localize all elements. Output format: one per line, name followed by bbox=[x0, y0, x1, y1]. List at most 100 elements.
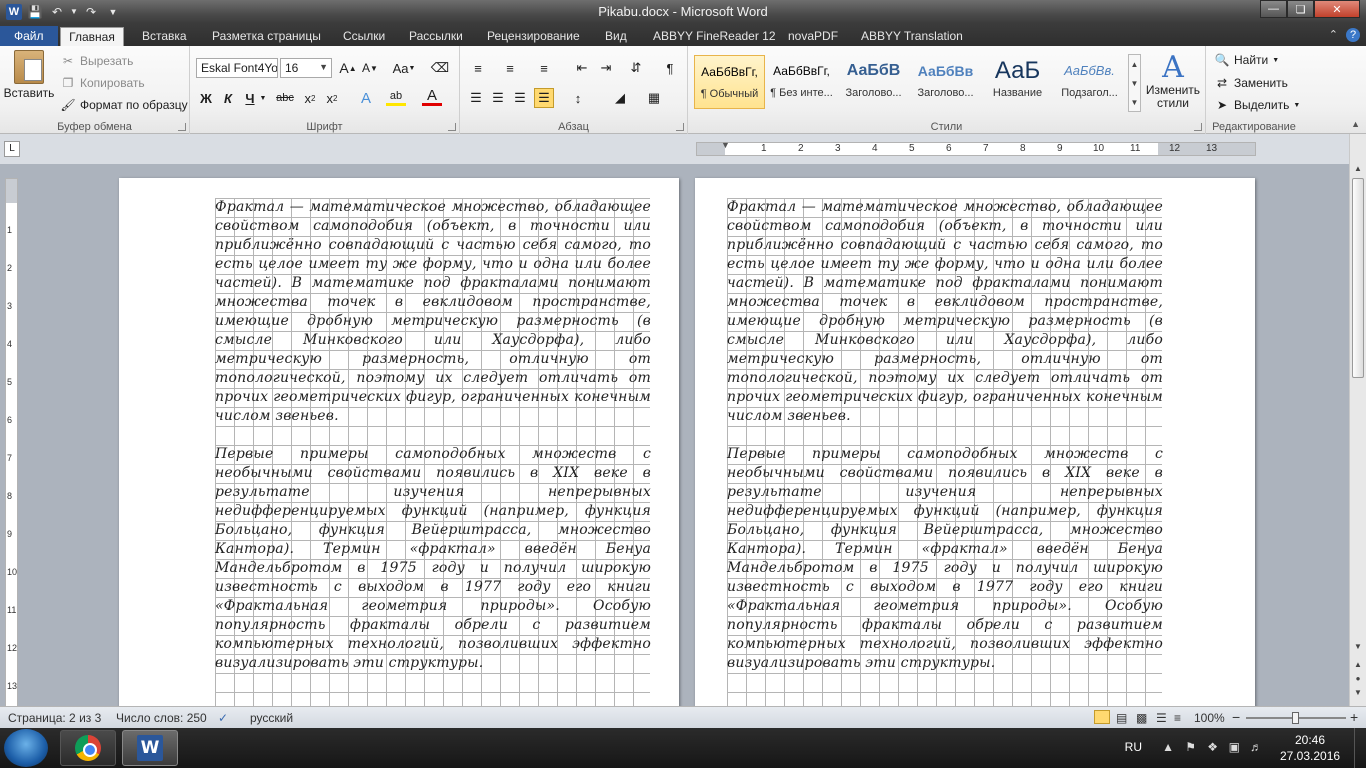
align-center-icon[interactable]: ☰ bbox=[488, 88, 508, 108]
select-button[interactable]: ➤ Выделить ▼ bbox=[1214, 97, 1300, 113]
increase-indent-icon[interactable]: ⇥ bbox=[596, 58, 616, 78]
taskbar-chrome[interactable] bbox=[60, 730, 116, 766]
maximize-button[interactable]: ❏ bbox=[1287, 0, 1314, 18]
align-right-icon[interactable]: ☰ bbox=[510, 88, 530, 108]
borders-icon[interactable]: ▦ bbox=[644, 88, 664, 108]
minimize-ribbon-icon[interactable]: ⌃ bbox=[1329, 28, 1338, 42]
vertical-scrollbar[interactable]: ▲ ▼ ▲ ● ▼ bbox=[1349, 134, 1366, 706]
copy-button[interactable]: ❐ Копировать bbox=[60, 75, 145, 91]
replace-button[interactable]: ⇄ Заменить bbox=[1214, 75, 1288, 91]
italic-button[interactable]: К bbox=[218, 88, 238, 108]
style-title[interactable]: АаБ Название bbox=[982, 55, 1053, 109]
tab-page-layout[interactable]: Разметка страницы bbox=[204, 27, 329, 46]
collapse-ribbon-icon[interactable]: ▲ bbox=[1351, 119, 1360, 129]
document-page-right[interactable]: Фрактал — математическое множество, обла… bbox=[695, 178, 1255, 706]
zoom-level[interactable]: 100% bbox=[1194, 711, 1225, 725]
customize-quick-access-icon[interactable]: ▼ bbox=[104, 3, 122, 20]
language-indicator[interactable]: русский bbox=[250, 711, 293, 725]
document-paragraph[interactable]: Первые примеры самоподобных множеств с н… bbox=[215, 445, 651, 673]
show-desktop-button[interactable] bbox=[1354, 728, 1366, 768]
tab-abbyy-finereader[interactable]: ABBYY FineReader 12 bbox=[645, 27, 784, 46]
tab-novapdf[interactable]: novaPDF bbox=[780, 27, 846, 46]
decrease-indent-icon[interactable]: ⇤ bbox=[572, 58, 592, 78]
subscript-button[interactable]: x2 bbox=[300, 88, 320, 108]
document-page-left[interactable]: Фрактал — математическое множество, обла… bbox=[119, 178, 679, 706]
tab-home[interactable]: Главная bbox=[60, 27, 124, 46]
indent-marker-icon[interactable]: ▼ bbox=[721, 140, 730, 150]
tab-view[interactable]: Вид bbox=[597, 27, 635, 46]
outline-icon[interactable]: ☰ bbox=[1156, 711, 1167, 725]
draft-icon[interactable]: ≡ bbox=[1174, 711, 1181, 725]
numbering-icon[interactable]: ≡ bbox=[500, 58, 520, 78]
print-layout-icon[interactable] bbox=[1094, 710, 1110, 724]
page-count[interactable]: Страница: 2 из 3 bbox=[8, 711, 101, 725]
tab-insert[interactable]: Вставка bbox=[134, 27, 195, 46]
font-name-combo[interactable]: Eskal Font4You bbox=[196, 58, 278, 78]
format-painter-button[interactable]: 🖌 Формат по образцу bbox=[60, 97, 187, 113]
font-size-combo[interactable]: 16 ▼ bbox=[280, 58, 332, 78]
zoom-in-button[interactable]: + bbox=[1350, 709, 1358, 725]
taskbar-word[interactable]: W bbox=[122, 730, 178, 766]
styles-scroll[interactable]: ▲ ▼ ▼ bbox=[1128, 54, 1141, 112]
tab-selector-icon[interactable]: L bbox=[4, 141, 20, 157]
highlight-button[interactable]: ab bbox=[386, 88, 406, 106]
windows-icon[interactable]: ❖ bbox=[1207, 740, 1218, 754]
tab-references[interactable]: Ссылки bbox=[335, 27, 393, 46]
find-button[interactable]: 🔍 Найти ▼ bbox=[1214, 52, 1280, 68]
text-effects-button[interactable]: A bbox=[356, 88, 376, 108]
zoom-out-button[interactable]: − bbox=[1232, 709, 1240, 725]
style-heading-2[interactable]: АаБбВв Заголово... bbox=[910, 55, 981, 109]
justify-icon[interactable]: ☰ bbox=[534, 88, 554, 108]
redo-icon[interactable]: ↷ bbox=[82, 3, 100, 20]
volume-icon[interactable]: ♬ bbox=[1250, 740, 1262, 754]
scroll-up-icon[interactable]: ▲ bbox=[1352, 164, 1364, 176]
page-text[interactable]: Фрактал — математическое множество, обла… bbox=[727, 198, 1163, 673]
browse-object-icon[interactable]: ● bbox=[1352, 674, 1364, 686]
document-paragraph[interactable]: Фрактал — математическое множество, обла… bbox=[215, 198, 651, 426]
document-paragraph[interactable]: Фрактал — математическое множество, обла… bbox=[727, 198, 1163, 426]
proofing-icon[interactable]: ✓ bbox=[218, 711, 228, 725]
clipboard-launcher-icon[interactable] bbox=[178, 123, 186, 131]
strikethrough-button[interactable]: abc bbox=[272, 88, 298, 108]
tray-chevron-icon[interactable]: ▲ bbox=[1162, 740, 1174, 754]
page-text[interactable]: Фрактал — математическое множество, обла… bbox=[215, 198, 651, 673]
network-icon[interactable]: ▣ bbox=[1229, 740, 1240, 754]
chevron-down-icon[interactable]: ▼ bbox=[70, 3, 78, 20]
vertical-ruler[interactable]: 1 2 3 4 5 6 7 8 9 10 11 12 13 bbox=[5, 178, 18, 706]
close-button[interactable]: ✕ bbox=[1314, 0, 1360, 18]
full-screen-reading-icon[interactable]: ▤ bbox=[1116, 711, 1127, 725]
horizontal-ruler[interactable]: ▼ 1 2 3 4 5 6 7 8 9 10 11 12 13 bbox=[696, 140, 1256, 156]
cut-button[interactable]: ✂ Вырезать bbox=[60, 53, 133, 69]
undo-icon[interactable]: ↶ bbox=[48, 3, 66, 20]
shading-icon[interactable]: ◢ bbox=[610, 88, 630, 108]
scrollbar-thumb[interactable] bbox=[1352, 178, 1364, 378]
style-no-spacing[interactable]: АаБбВвГг, ¶ Без инте... bbox=[766, 55, 837, 109]
font-color-button[interactable]: A bbox=[422, 87, 442, 106]
line-spacing-icon[interactable]: ↕ bbox=[568, 88, 588, 108]
align-left-icon[interactable]: ☰ bbox=[466, 88, 486, 108]
style-normal[interactable]: АаБбВвГг, ¶ Обычный bbox=[694, 55, 765, 109]
paragraph-launcher-icon[interactable] bbox=[676, 123, 684, 131]
grow-font-button[interactable]: A ▲ bbox=[338, 58, 358, 78]
tab-abbyy-translation[interactable]: ABBYY Translation bbox=[853, 27, 971, 46]
bold-button[interactable]: Ж bbox=[196, 88, 216, 108]
tab-mailings[interactable]: Рассылки bbox=[401, 27, 471, 46]
clear-formatting-icon[interactable]: ⌫ bbox=[430, 58, 450, 78]
word-logo-icon[interactable]: W bbox=[6, 3, 22, 20]
language-indicator[interactable]: RU bbox=[1125, 740, 1142, 754]
document-paragraph[interactable]: Первые примеры самоподобных множеств с н… bbox=[727, 445, 1163, 673]
web-layout-icon[interactable]: ▩ bbox=[1136, 711, 1147, 725]
clock[interactable]: 20:46 27.03.2016 bbox=[1280, 732, 1340, 764]
previous-page-icon[interactable]: ▲ bbox=[1352, 660, 1364, 672]
shrink-font-button[interactable]: A ▼ bbox=[360, 58, 380, 78]
bullets-icon[interactable]: ≡ bbox=[468, 58, 488, 78]
font-launcher-icon[interactable] bbox=[448, 123, 456, 131]
sort-icon[interactable]: ⇵ bbox=[626, 58, 646, 78]
flag-icon[interactable]: ⚑ bbox=[1185, 740, 1196, 754]
help-icon[interactable]: ? bbox=[1346, 28, 1360, 42]
next-page-icon[interactable]: ▼ bbox=[1352, 688, 1364, 700]
zoom-slider-thumb[interactable] bbox=[1292, 712, 1299, 724]
minimize-button[interactable]: — bbox=[1260, 0, 1287, 18]
tab-file[interactable]: Файл bbox=[0, 26, 58, 46]
underline-button[interactable]: Ч bbox=[240, 88, 260, 108]
